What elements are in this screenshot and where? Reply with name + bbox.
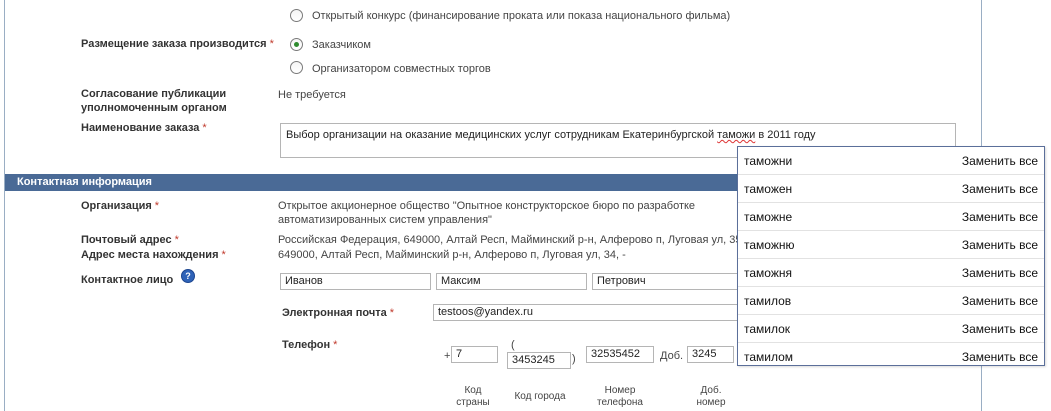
required-mark: * bbox=[389, 307, 394, 319]
organization-value: Открытое акционерное общество "Опытное к… bbox=[278, 200, 696, 226]
city-code-input[interactable]: 3453245 bbox=[507, 352, 571, 369]
hint-phone-number: Номер телефона bbox=[597, 385, 643, 408]
replace-all-button[interactable]: Заменить все bbox=[962, 266, 1038, 280]
order-name-label: Наименование заказа * bbox=[81, 122, 207, 134]
suggestion-row[interactable]: таможен Заменить все bbox=[738, 175, 1044, 203]
required-mark: * bbox=[269, 38, 274, 50]
radio-organizer-label: Организатором совместных торгов bbox=[312, 63, 491, 75]
replace-all-button[interactable]: Заменить все bbox=[962, 182, 1038, 196]
country-code-input[interactable]: 7 bbox=[451, 346, 498, 363]
last-name-input[interactable]: Иванов bbox=[280, 273, 431, 290]
approval-value: Не требуется bbox=[278, 89, 346, 101]
hint-city-code: Код города bbox=[514, 391, 566, 402]
required-mark: * bbox=[333, 339, 338, 351]
radio-customer[interactable] bbox=[290, 38, 303, 51]
phone-close-paren: ) bbox=[572, 353, 576, 365]
suggestion-word[interactable]: тамилом bbox=[744, 350, 793, 364]
suggestion-row[interactable]: таможне Заменить все bbox=[738, 203, 1044, 231]
required-mark: * bbox=[174, 234, 179, 246]
help-icon[interactable]: ? bbox=[181, 269, 195, 283]
radio-customer-label: Заказчиком bbox=[312, 39, 371, 51]
radio-open-contest[interactable] bbox=[290, 9, 303, 22]
suggestion-row[interactable]: тамилом Заменить все bbox=[738, 343, 1044, 370]
postal-address-value: Российская Федерация, 649000, Алтай Респ… bbox=[278, 234, 742, 246]
required-mark: * bbox=[202, 122, 207, 134]
suggestion-row[interactable]: таможню Заменить все bbox=[738, 231, 1044, 259]
extension-label: Доб. bbox=[660, 350, 684, 362]
suggestion-word[interactable]: таможен bbox=[744, 182, 792, 196]
suggestion-row[interactable]: таможни Заменить все bbox=[738, 147, 1044, 175]
first-name-input[interactable]: Максим bbox=[436, 273, 587, 290]
approval-label: Согласование публикации уполномоченным о… bbox=[81, 88, 227, 114]
page-border-left bbox=[4, 0, 5, 411]
suggestion-word[interactable]: таможни bbox=[744, 154, 792, 168]
location-address-label: Адрес места нахождения * bbox=[81, 249, 226, 261]
suggestion-word[interactable]: таможне bbox=[744, 210, 792, 224]
hint-extension: Доб. номер bbox=[696, 385, 726, 408]
required-mark: * bbox=[221, 249, 226, 261]
suggestion-word[interactable]: таможню bbox=[744, 238, 794, 252]
suggestion-row[interactable]: тамилок Заменить все bbox=[738, 315, 1044, 343]
replace-all-button[interactable]: Заменить все bbox=[962, 322, 1038, 336]
placement-label: Размещение заказа производится * bbox=[81, 38, 274, 50]
radio-open-contest-label: Открытый конкурс (финансирование проката… bbox=[312, 10, 731, 22]
suggestion-row[interactable]: тамилов Заменить все bbox=[738, 287, 1044, 315]
replace-all-button[interactable]: Заменить все bbox=[962, 350, 1038, 364]
suggestion-word[interactable]: таможня bbox=[744, 266, 792, 280]
postal-address-label: Почтовый адрес * bbox=[81, 234, 179, 246]
replace-all-button[interactable]: Заменить все bbox=[962, 238, 1038, 252]
spellcheck-popup: таможни Заменить все таможен Заменить все … bbox=[737, 146, 1045, 366]
required-mark: * bbox=[154, 200, 160, 212]
email-label: Электронная почта * bbox=[282, 307, 394, 319]
hint-country-code: Код страны bbox=[456, 385, 490, 408]
suggestion-word[interactable]: тамилок bbox=[744, 322, 790, 336]
email-input[interactable]: testoos@yandex.ru bbox=[433, 304, 743, 321]
suggestion-row[interactable]: таможня Заменить все bbox=[738, 259, 1044, 287]
suggestion-word[interactable]: тамилов bbox=[744, 294, 791, 308]
replace-all-button[interactable]: Заменить все bbox=[962, 294, 1038, 308]
contact-person-label: Контактное лицо bbox=[81, 274, 174, 286]
phone-plus: + bbox=[444, 350, 451, 362]
phone-number-input[interactable]: 32535452 bbox=[586, 346, 654, 363]
radio-organizer[interactable] bbox=[290, 61, 303, 74]
organization-label: Организация * bbox=[81, 200, 160, 212]
replace-all-button[interactable]: Заменить все bbox=[962, 210, 1038, 224]
extension-input[interactable]: 3245 bbox=[687, 346, 734, 363]
phone-open-paren: ( bbox=[511, 339, 515, 351]
phone-label: Телефон * bbox=[282, 339, 338, 351]
misspelled-word[interactable]: таможи bbox=[717, 129, 755, 141]
middle-name-input[interactable]: Петрович bbox=[592, 273, 743, 290]
replace-all-button[interactable]: Заменить все bbox=[962, 154, 1038, 168]
location-address-value: 649000, Алтай Респ, Майминский р-н, Алфе… bbox=[278, 249, 626, 261]
